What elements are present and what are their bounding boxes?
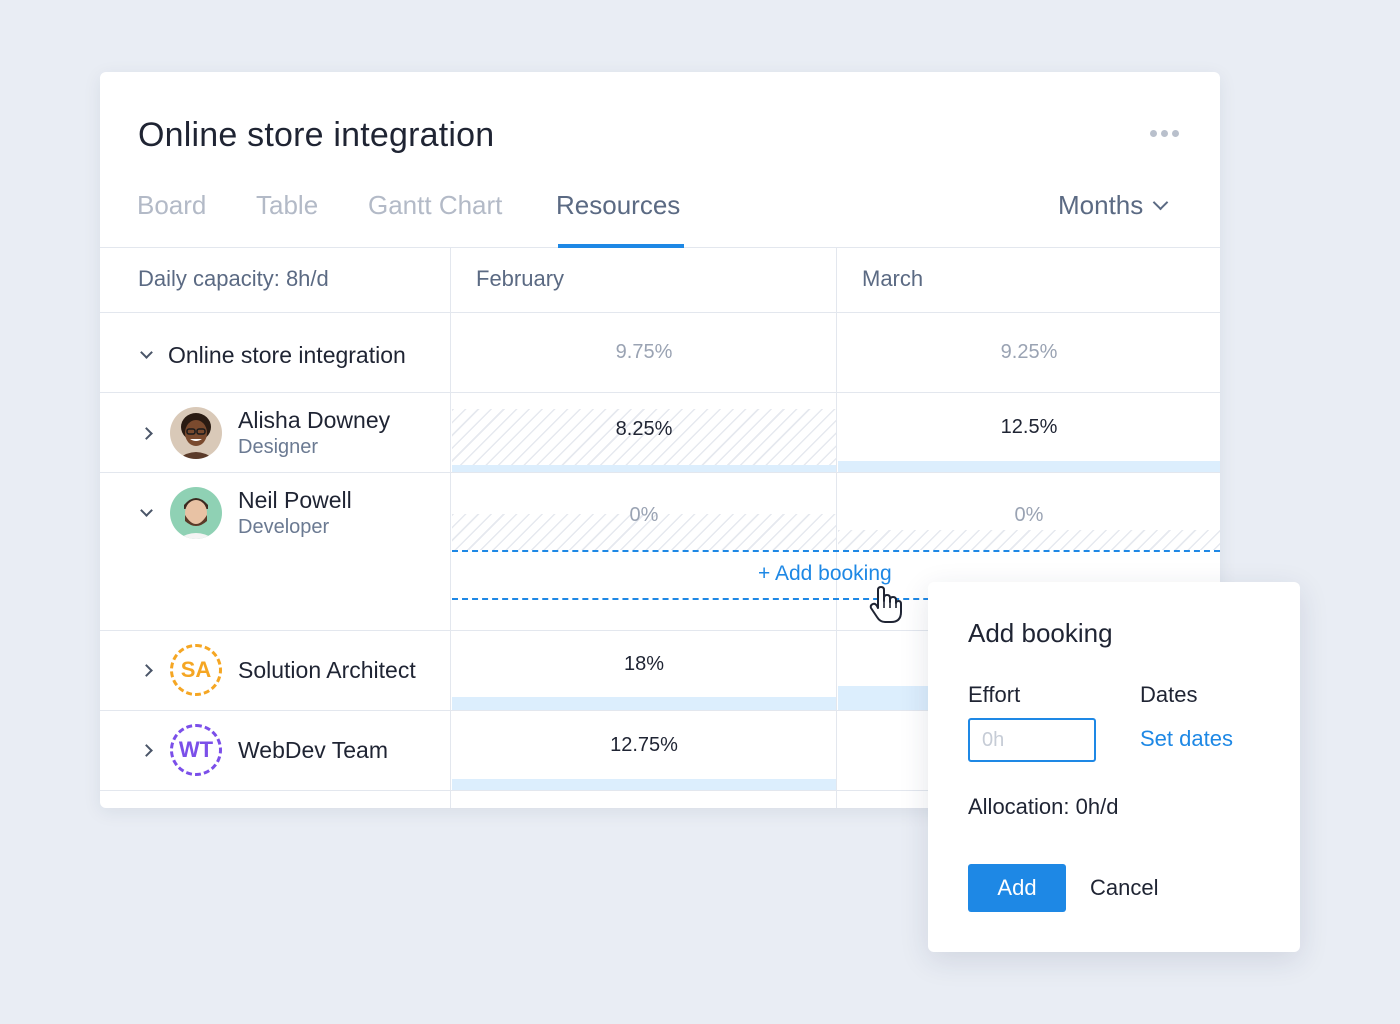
neil-march-value: 0% <box>1014 503 1044 526</box>
view-tabs: Board Table Gantt Chart Resources Months <box>100 172 1220 248</box>
more-icon[interactable] <box>1150 130 1179 137</box>
group-avatar: WT <box>170 724 222 776</box>
tab-board[interactable]: Board <box>137 190 206 221</box>
project-february-value: 9.75% <box>615 341 673 363</box>
active-tab-indicator <box>558 244 684 248</box>
group-name: Solution Architect <box>238 656 416 683</box>
chevron-right-icon[interactable] <box>136 740 156 760</box>
project-row[interactable]: Online store integration <box>136 342 406 369</box>
chevron-right-icon[interactable] <box>136 660 156 680</box>
webdev-team-february-value: 12.75% <box>610 733 678 756</box>
set-dates-link[interactable]: Set dates <box>1140 726 1233 752</box>
effort-input[interactable] <box>968 718 1096 762</box>
effort-label: Effort <box>968 682 1021 707</box>
allocation-bar <box>452 697 836 710</box>
add-button[interactable]: Add <box>968 864 1066 912</box>
dates-label: Dates <box>1140 682 1198 707</box>
avatar <box>170 407 222 459</box>
project-march-value: 9.25% <box>1000 341 1058 363</box>
chevron-right-icon[interactable] <box>136 423 156 443</box>
allocation-bar <box>838 461 1220 472</box>
page-title: Online store integration <box>138 116 495 154</box>
project-row-name: Online store integration <box>168 342 406 368</box>
person-role: Designer <box>238 436 319 458</box>
month-header-february: February <box>476 266 565 291</box>
cancel-button[interactable]: Cancel <box>1090 864 1158 912</box>
tab-table[interactable]: Table <box>256 190 318 221</box>
column-divider <box>836 248 837 808</box>
row-divider <box>100 472 1220 473</box>
months-dropdown[interactable]: Months <box>1058 190 1169 221</box>
group-row-webdev-team[interactable]: WT WebDev Team <box>136 724 388 776</box>
popover-title: Add booking <box>968 618 1113 648</box>
group-name: WebDev Team <box>238 736 388 763</box>
column-divider <box>450 248 451 808</box>
months-dropdown-label: Months <box>1058 190 1144 220</box>
hand-cursor-icon <box>866 584 906 631</box>
person-name: Alisha Downey <box>238 407 391 433</box>
person-row-neil[interactable]: Neil Powell Developer <box>136 486 352 540</box>
group-avatar: SA <box>170 644 222 696</box>
chevron-down-icon[interactable] <box>136 503 156 523</box>
alisha-february-value: 8.25% <box>615 417 673 440</box>
group-row-solution-architect[interactable]: SA Solution Architect <box>136 644 416 696</box>
solution-architect-february-value: 18% <box>623 652 665 675</box>
person-role: Developer <box>238 516 330 538</box>
neil-february-value: 0% <box>629 503 659 526</box>
tab-resources[interactable]: Resources <box>556 190 680 221</box>
add-booking-popover: Add booking Effort Dates Set dates Alloc… <box>928 582 1300 952</box>
allocation-bar <box>452 779 836 790</box>
tab-gantt-chart[interactable]: Gantt Chart <box>368 190 502 221</box>
add-booking-link[interactable]: + Add booking <box>758 562 892 586</box>
allocation-bar <box>452 465 836 472</box>
allocation-text: Allocation: 0h/d <box>968 794 1119 819</box>
alisha-march-value: 12.5% <box>1000 415 1058 438</box>
person-row-alisha[interactable]: Alisha Downey Designer <box>136 406 390 460</box>
month-header-march: March <box>862 266 924 291</box>
chevron-down-icon[interactable] <box>136 346 156 366</box>
availability-hatch <box>838 530 1220 550</box>
person-name: Neil Powell <box>238 487 352 513</box>
daily-capacity-label: Daily capacity: 8h/d <box>138 266 329 291</box>
chevron-down-icon <box>1152 194 1169 211</box>
avatar <box>170 487 222 539</box>
